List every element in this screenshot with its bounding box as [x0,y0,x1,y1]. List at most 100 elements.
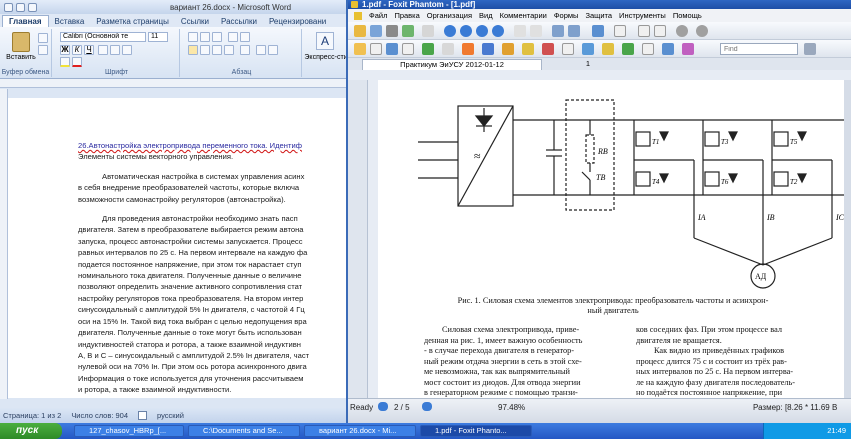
line-spacing-icon[interactable] [240,45,250,55]
subscript-icon[interactable] [110,45,120,55]
next-page-button[interactable] [422,402,432,411]
snapshot-icon[interactable] [386,43,398,55]
prev-page-button[interactable] [378,402,388,411]
menu-forms[interactable]: Формы [554,11,579,20]
prev-page-icon[interactable] [460,25,472,37]
express-styles-icon[interactable]: A [316,32,334,50]
tab-page-layout[interactable]: Разметка страницы [90,16,175,27]
highlight-icon[interactable] [462,43,474,55]
vertical-ruler[interactable] [0,89,8,399]
save-icon[interactable] [370,25,382,37]
first-page-icon[interactable] [444,25,456,37]
word-office-icon[interactable] [4,2,13,12]
typewriter-icon[interactable] [402,43,414,55]
tab-review[interactable]: Рецензировани [263,16,332,27]
email-icon[interactable] [402,25,414,37]
align-left-icon[interactable] [188,45,198,55]
decrease-indent-icon[interactable] [228,32,238,42]
increase-indent-icon[interactable] [240,32,250,42]
highlight-icon[interactable] [60,57,70,67]
paste-label[interactable]: Вставить [0,54,42,61]
undo-icon[interactable] [28,2,37,12]
numbering-icon[interactable] [200,32,210,42]
bullets-icon[interactable] [188,32,198,42]
print-icon[interactable] [386,25,398,37]
vertical-scrollbar[interactable] [844,80,851,398]
task-item[interactable]: 127_chasov_HBRp_[... [74,425,184,437]
language[interactable]: русский [157,411,184,420]
find-input[interactable] [720,43,798,55]
cut-icon[interactable] [38,33,48,43]
link-icon[interactable] [422,43,434,55]
tab-mailings[interactable]: Рассылки [215,16,263,27]
bold-icon[interactable]: Ж [60,45,70,55]
security-icon[interactable] [542,43,554,55]
page-layout-icon[interactable] [514,25,526,37]
italic-icon[interactable]: К [72,45,82,55]
menu-organize[interactable]: Организация [427,11,472,20]
text-box-icon[interactable] [642,43,654,55]
justify-icon[interactable] [224,45,234,55]
fit-width-icon[interactable] [654,25,666,37]
last-page-icon[interactable] [492,25,504,37]
navigation-panel[interactable] [348,80,368,398]
clock[interactable]: 21:49 [827,426,846,435]
menu-tools[interactable]: Инструменты [619,11,666,20]
menu-protect[interactable]: Защита [585,11,612,20]
arrow-icon[interactable] [662,43,674,55]
tab-home[interactable]: Главная [2,15,49,27]
align-center-icon[interactable] [200,45,210,55]
menu-comments[interactable]: Комментарии [500,11,547,20]
multilevel-list-icon[interactable] [212,32,222,42]
scan-icon[interactable] [422,25,434,37]
menu-view[interactable]: Вид [479,11,493,20]
superscript-icon[interactable] [122,45,132,55]
menu-edit[interactable]: Правка [394,11,419,20]
zoom-level[interactable]: 97.48% [498,403,525,412]
add-icon[interactable] [622,43,634,55]
form-icon[interactable] [442,43,454,55]
paste-icon[interactable] [12,32,30,52]
rotate-icon[interactable] [592,25,604,37]
open-icon[interactable] [354,25,366,37]
page-count[interactable]: Страница: 1 из 2 [3,411,61,420]
find-options-icon[interactable] [804,43,816,55]
menu-help[interactable]: Помощь [673,11,702,20]
word-count[interactable]: Число слов: 904 [71,411,128,420]
borders-icon[interactable] [268,45,278,55]
word-document-page[interactable]: 26.Автонастройка электропривода переменн… [8,98,348,398]
note-icon[interactable] [602,43,614,55]
doc-icon[interactable] [354,11,362,20]
zoom-plus-icon[interactable] [696,25,708,37]
align-right-icon[interactable] [212,45,222,55]
tab-insert[interactable]: Вставка [49,16,91,27]
task-item[interactable]: C:\Documents and Se... [188,425,300,437]
tab-references[interactable]: Ссылки [175,16,215,27]
next-page-icon[interactable] [476,25,488,37]
underline-icon[interactable]: Ч [84,45,94,55]
spellcheck-icon[interactable] [138,411,148,420]
copy-icon[interactable] [38,45,48,55]
stamp-icon[interactable] [502,43,514,55]
task-item-active[interactable]: 1.pdf - Foxit Phanto... [420,425,532,437]
undo-icon[interactable] [552,25,564,37]
sign-icon[interactable] [582,43,594,55]
hand-icon[interactable] [354,43,366,55]
strikethrough-icon[interactable] [98,45,108,55]
tab-page[interactable]: 1 [548,59,628,70]
express-styles-label[interactable]: Экспресс-сти [304,54,348,61]
redo-icon[interactable] [568,25,580,37]
pdf-page[interactable]: ≈ RB TB T1 T3 T5 T4 T6 T2 IA IB IC АД Ри… [378,80,848,398]
save-icon[interactable] [16,2,25,12]
fit-page-icon[interactable] [638,25,650,37]
zoom-out-icon[interactable] [676,25,688,37]
zoom-in-icon[interactable] [614,25,626,37]
comment-icon[interactable] [562,43,574,55]
tab-document[interactable]: Практикум ЭиУСУ 2012-01-12 [362,59,542,70]
start-button[interactable]: пуск [0,423,62,439]
shapes-icon[interactable] [682,43,694,55]
horizontal-ruler[interactable] [0,79,348,88]
select-text-icon[interactable] [370,43,382,55]
font-name-combo[interactable]: Calibri (Основной те [60,32,146,42]
shading-icon[interactable] [256,45,266,55]
